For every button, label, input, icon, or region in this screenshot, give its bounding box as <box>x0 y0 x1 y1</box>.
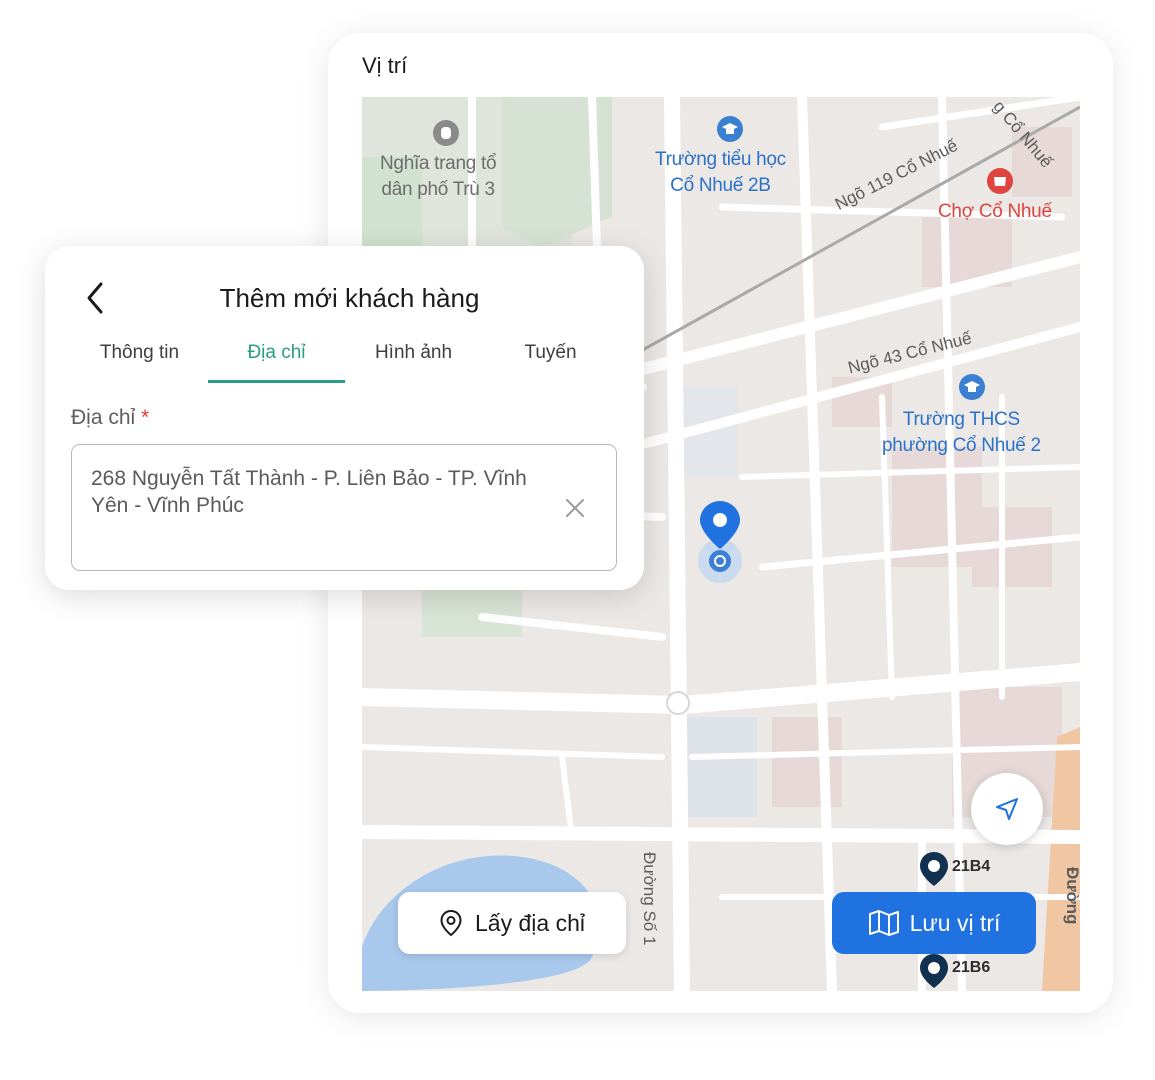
location-pin-outline-icon <box>440 909 462 937</box>
school-icon <box>958 373 986 401</box>
road-label: Đường <box>1063 867 1080 925</box>
market-icon <box>986 167 1014 195</box>
save-location-button[interactable]: Lưu vị trí <box>832 892 1036 954</box>
address-field-label: Địa chỉ * <box>71 406 149 430</box>
poi-cemetery-line1: Nghĩa trang tổ <box>380 153 497 174</box>
address-field[interactable]: 268 Nguyễn Tất Thành - P. Liên Bảo - TP.… <box>71 444 617 571</box>
poi-secondary-school: Trường THCS phường Cổ Nhuế 2 <box>882 407 1041 459</box>
user-location-marker-icon <box>692 501 748 583</box>
tab-address[interactable]: Địa chỉ <box>208 342 345 382</box>
add-customer-card: Thêm mới khách hàng Thông tin Địa chỉ Hì… <box>45 246 644 590</box>
clear-address-button[interactable] <box>564 497 586 519</box>
tab-images[interactable]: Hình ảnh <box>345 342 482 382</box>
poi-cemetery-line2: dân phố Trù 3 <box>381 179 495 200</box>
locate-me-button[interactable] <box>971 773 1043 845</box>
address-value[interactable]: 268 Nguyễn Tất Thành - P. Liên Bảo - TP.… <box>91 465 551 519</box>
poi-market-line1: Chợ Cổ Nhuế <box>938 201 1052 222</box>
poi-primary-school: Trường tiểu học Cổ Nhuế 2B <box>655 147 786 199</box>
map-pin-icon <box>920 852 948 886</box>
tab-route[interactable]: Tuyến <box>482 342 619 382</box>
save-location-label: Lưu vị trí <box>909 909 1001 936</box>
navigation-arrow-icon <box>996 798 1018 820</box>
poi-cemetery: Nghĩa trang tổ dân phố Trù 3 <box>380 151 497 203</box>
poi-market: Chợ Cổ Nhuế <box>938 199 1052 225</box>
address-label-text: Địa chỉ <box>71 406 136 429</box>
close-icon <box>566 499 584 517</box>
poi-secondary-school-line1: Trường THCS <box>902 409 1020 430</box>
location-card-title: Vị trí <box>362 53 408 78</box>
poi-primary-school-line1: Trường tiểu học <box>655 149 786 170</box>
school-icon <box>716 115 744 143</box>
road-label: Đường Số 1 <box>640 852 659 946</box>
cemetery-icon <box>432 119 460 147</box>
required-mark: * <box>141 406 150 429</box>
map-pin-label: 21B6 <box>952 959 991 976</box>
get-address-button[interactable]: Lấy địa chỉ <box>398 892 626 954</box>
get-address-label: Lấy địa chỉ <box>475 909 585 936</box>
active-tab-indicator <box>208 380 345 383</box>
map-pin-icon <box>920 954 948 988</box>
poi-primary-school-line2: Cổ Nhuế 2B <box>670 175 771 196</box>
poi-secondary-school-line2: phường Cổ Nhuế 2 <box>882 435 1041 456</box>
map-fold-icon <box>868 910 899 936</box>
page-title: Thêm mới khách hàng <box>219 283 480 313</box>
map-pin-label: 21B4 <box>952 858 991 875</box>
tab-info[interactable]: Thông tin <box>71 342 208 382</box>
